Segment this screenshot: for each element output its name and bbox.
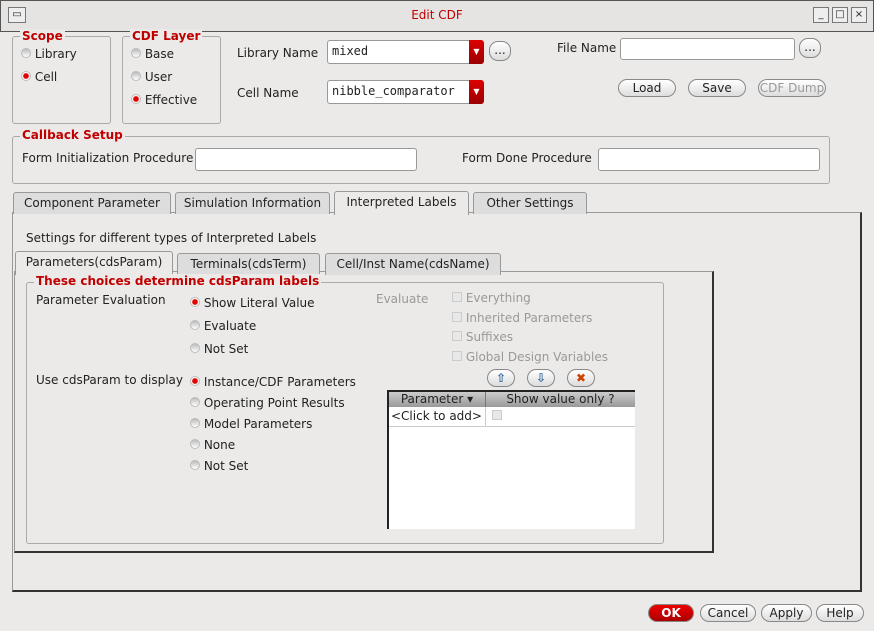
global-design-variables-checkbox[interactable]: Global Design Variables	[452, 350, 608, 364]
subtab-parameters[interactable]: Parameters(cdsParam)	[15, 251, 173, 275]
move-up-button[interactable]: ⇧	[487, 369, 515, 387]
close-button[interactable]: ×	[851, 7, 867, 23]
file-name-label: File Name	[557, 41, 617, 55]
arrow-up-icon: ⇧	[495, 371, 507, 385]
cdf-dump-button[interactable]: CDF Dump	[758, 79, 826, 97]
everything-checkbox[interactable]: Everything	[452, 291, 531, 305]
window-title: Edit CDF	[411, 8, 463, 22]
help-button[interactable]: Help	[816, 604, 864, 622]
scope-cell-radio[interactable]: Cell	[21, 70, 57, 84]
cell-name-input[interactable]: nibble_comparator	[327, 80, 472, 104]
layer-user-radio[interactable]: User	[131, 70, 172, 84]
display-label: Use cdsParam to display	[36, 373, 184, 387]
tab-other-settings[interactable]: Other Settings	[473, 192, 587, 214]
suffixes-checkbox[interactable]: Suffixes	[452, 330, 513, 344]
param-eval-notset-radio[interactable]: Not Set	[190, 342, 248, 356]
ok-button[interactable]: OK	[648, 604, 694, 622]
move-down-button[interactable]: ⇩	[527, 369, 555, 387]
choices-title: These choices determine cdsParam labels	[34, 274, 322, 288]
cancel-button[interactable]: Cancel	[700, 604, 756, 622]
evaluate-radio[interactable]: Evaluate	[190, 319, 256, 333]
delete-button[interactable]: ✖	[567, 369, 595, 387]
display-notset-radio[interactable]: Not Set	[190, 459, 248, 473]
none-radio[interactable]: None	[190, 438, 235, 452]
form-done-input[interactable]	[598, 148, 820, 171]
show-value-checkbox[interactable]	[486, 407, 635, 426]
arrow-down-icon: ⇩	[535, 371, 547, 385]
show-literal-radio[interactable]: Show Literal Value	[190, 296, 315, 310]
minimize-button[interactable]: _	[813, 7, 829, 23]
apply-button[interactable]: Apply	[761, 604, 812, 622]
scope-title: Scope	[20, 29, 65, 43]
parameter-table: Parameter ▾ Show value only ? <Click to …	[387, 390, 635, 529]
form-init-label: Form Initialization Procedure	[22, 151, 194, 165]
click-to-add-cell[interactable]: <Click to add>	[389, 407, 486, 426]
table-row[interactable]: <Click to add>	[389, 407, 635, 427]
library-name-label: Library Name	[237, 46, 319, 60]
library-name-input[interactable]: mixed	[327, 40, 472, 64]
layer-effective-radio[interactable]: Effective	[131, 93, 197, 107]
evaluate-label: Evaluate	[376, 292, 429, 306]
tab-simulation-information[interactable]: Simulation Information	[175, 192, 330, 214]
form-init-input[interactable]	[195, 148, 417, 171]
library-dropdown-button[interactable]: ▼	[469, 40, 484, 64]
layer-base-radio[interactable]: Base	[131, 47, 174, 61]
operating-point-radio[interactable]: Operating Point Results	[190, 396, 345, 410]
library-browse-button[interactable]: ...	[489, 41, 511, 61]
scope-library-radio[interactable]: Library	[21, 47, 77, 61]
parameter-column-header[interactable]: Parameter ▾	[389, 392, 486, 407]
form-done-label: Form Done Procedure	[462, 151, 592, 165]
show-value-column-header[interactable]: Show value only ?	[486, 392, 635, 407]
inherited-parameters-checkbox[interactable]: Inherited Parameters	[452, 311, 592, 325]
file-browse-button[interactable]: ...	[799, 38, 821, 58]
tab-component-parameter[interactable]: Component Parameter	[13, 192, 171, 214]
settings-description: Settings for different types of Interpre…	[26, 231, 317, 245]
callback-title: Callback Setup	[20, 128, 125, 142]
file-name-input[interactable]	[620, 38, 795, 60]
load-button[interactable]: Load	[618, 79, 676, 97]
cdf-layer-title: CDF Layer	[130, 29, 203, 43]
tab-interpreted-labels[interactable]: Interpreted Labels	[334, 191, 469, 215]
instance-cdf-radio[interactable]: Instance/CDF Parameters	[190, 375, 356, 389]
save-button[interactable]: Save	[688, 79, 746, 97]
cell-name-label: Cell Name	[237, 86, 299, 100]
subtab-cell-inst-name[interactable]: Cell/Inst Name(cdsName)	[325, 253, 501, 275]
cell-dropdown-button[interactable]: ▼	[469, 80, 484, 104]
delete-x-icon: ✖	[575, 371, 587, 385]
maximize-button[interactable]: □	[832, 7, 848, 23]
model-parameters-radio[interactable]: Model Parameters	[190, 417, 312, 431]
subtab-terminals[interactable]: Terminals(cdsTerm)	[177, 253, 320, 275]
param-eval-label: Parameter Evaluation	[36, 293, 166, 307]
